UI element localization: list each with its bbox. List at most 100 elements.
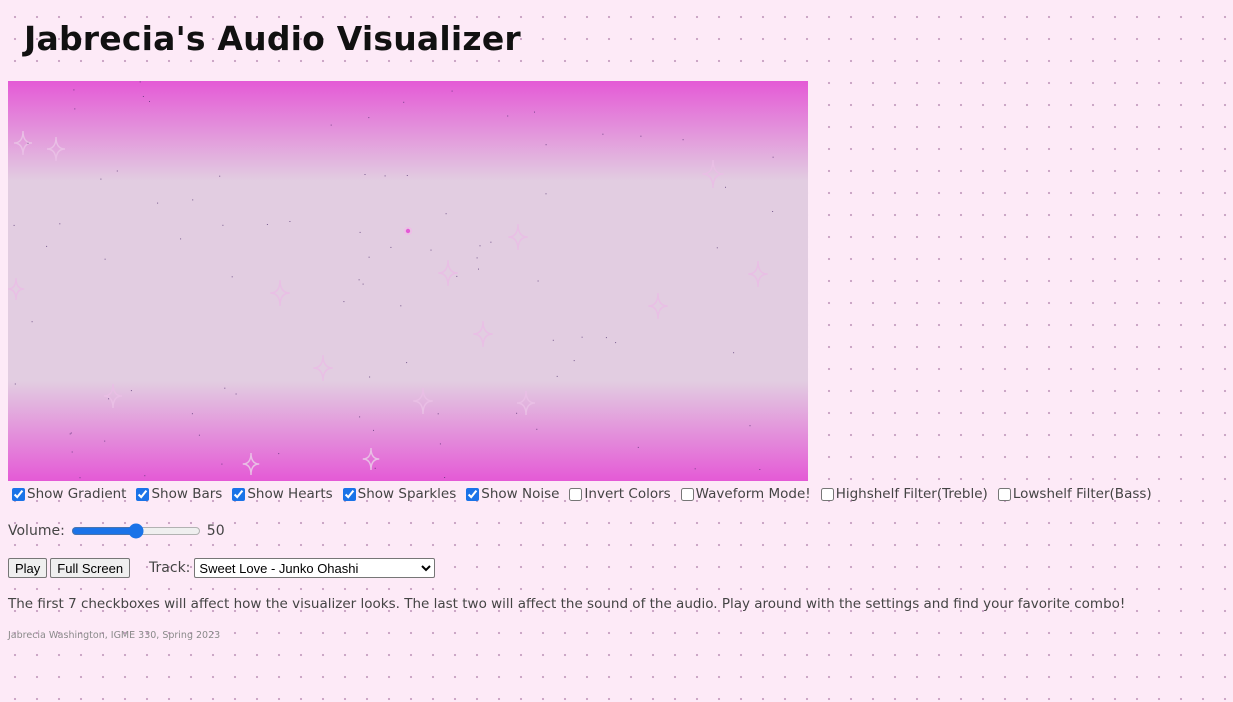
volume-value: 50 xyxy=(206,523,225,539)
checkbox-lowshelf-filter-bass[interactable]: Lowshelf Filter(Bass) xyxy=(994,486,1152,502)
track-select[interactable]: Sweet Love - Junko Ohashi xyxy=(194,558,436,578)
noise-dot xyxy=(476,257,478,259)
noise-dot xyxy=(373,429,374,431)
noise-dot xyxy=(180,238,182,240)
noise-dot xyxy=(130,390,132,392)
noise-dot xyxy=(384,175,386,177)
fullscreen-button[interactable]: Full Screen xyxy=(50,558,131,578)
checkbox-input-highshelf-filter-treble[interactable] xyxy=(820,487,834,501)
instructions-text: The first 7 checkboxes will affect how t… xyxy=(8,596,1126,612)
noise-dot xyxy=(221,463,223,465)
noise-dot xyxy=(231,276,233,278)
noise-dot xyxy=(516,412,518,414)
noise-dot xyxy=(390,246,392,248)
play-button[interactable]: Play xyxy=(8,558,48,578)
noise-dot xyxy=(545,193,547,195)
checkbox-input-waveform-mode[interactable] xyxy=(680,487,694,501)
noise-dot xyxy=(198,434,200,436)
noise-dot xyxy=(278,453,280,455)
noise-dot xyxy=(406,175,408,176)
noise-dot xyxy=(640,135,642,137)
checkbox-input-show-hearts[interactable] xyxy=(232,487,246,501)
noise-dot xyxy=(192,199,194,201)
checkbox-label: Lowshelf Filter(Bass) xyxy=(1012,486,1152,502)
controls-panel: Show Gradient Show Bars Show Hearts Show Sp… xyxy=(8,484,1228,641)
noise-dot xyxy=(222,224,224,226)
noise-dot xyxy=(139,81,141,83)
noise-dot xyxy=(772,211,774,212)
noise-dot xyxy=(545,144,547,146)
checkbox-label: Highshelf Filter(Treble) xyxy=(835,486,988,502)
noise-dot xyxy=(359,231,361,233)
noise-dot xyxy=(46,245,48,247)
checkbox-input-invert-colors[interactable] xyxy=(569,487,583,501)
noise-dot xyxy=(605,337,607,339)
noise-dot xyxy=(694,468,696,470)
checkbox-label: Show Bars xyxy=(151,486,223,502)
noise-dot xyxy=(369,376,371,378)
visualizer-canvas[interactable] xyxy=(8,81,808,481)
noise-dot xyxy=(71,451,73,453)
noise-dot xyxy=(144,475,146,477)
noise-dot xyxy=(552,339,554,341)
noise-dot xyxy=(716,247,718,249)
checkbox-show-noise[interactable]: Show Noise xyxy=(462,486,559,502)
checkbox-label: Show Sparkles xyxy=(357,486,457,502)
checkbox-input-lowshelf-filter-bass[interactable] xyxy=(997,487,1011,501)
noise-dot xyxy=(478,268,479,270)
noise-dot xyxy=(507,115,509,117)
noise-dot xyxy=(368,117,370,119)
noise-dot xyxy=(368,256,370,258)
noise-dot xyxy=(74,108,76,110)
volume-row: Volume: 50 xyxy=(8,520,225,542)
checkbox-input-show-bars[interactable] xyxy=(136,487,150,501)
noise-dot xyxy=(536,428,538,430)
checkbox-input-show-sparkles[interactable] xyxy=(342,487,356,501)
credit-text: Jabrecia Washington, IGME 330, Spring 20… xyxy=(8,630,221,641)
noise-dot xyxy=(219,175,221,177)
noise-dot xyxy=(403,101,405,103)
checkbox-input-show-noise[interactable] xyxy=(466,487,480,501)
noise-dot xyxy=(59,223,61,225)
noise-dot xyxy=(116,170,118,172)
noise-dot xyxy=(490,241,492,243)
noise-dot xyxy=(759,469,761,470)
noise-dot xyxy=(439,443,441,445)
noise-dot xyxy=(637,446,639,448)
checkbox-invert-colors[interactable]: Invert Colors xyxy=(565,486,671,502)
checkbox-waveform-mode[interactable]: Waveform Mode! xyxy=(677,486,811,502)
noise-dot xyxy=(149,101,150,102)
checkbox-show-gradient[interactable]: Show Gradient xyxy=(8,486,126,502)
noise-dot xyxy=(733,352,735,354)
noise-dot xyxy=(73,89,75,91)
noise-dot xyxy=(581,336,583,338)
noise-dot xyxy=(615,342,617,344)
noise-dot xyxy=(430,249,432,251)
checkbox-show-bars[interactable]: Show Bars xyxy=(132,486,222,502)
noise-dot xyxy=(445,213,447,215)
noise-dot xyxy=(358,279,360,281)
noise-dot xyxy=(289,221,291,222)
noise-dot xyxy=(14,383,16,385)
visualizer-canvas-container xyxy=(8,81,808,481)
noise-dot xyxy=(537,280,539,282)
checkbox-show-hearts[interactable]: Show Hearts xyxy=(228,486,333,502)
noise-dot xyxy=(451,90,453,92)
checkbox-label: Show Noise xyxy=(481,486,560,502)
noise-dot xyxy=(13,224,15,226)
noise-dot xyxy=(224,387,226,389)
checkbox-input-show-gradient[interactable] xyxy=(12,487,25,501)
center-heart-dot xyxy=(405,228,411,234)
checkbox-highshelf-filter-treble[interactable]: Highshelf Filter(Treble) xyxy=(817,486,988,502)
noise-dot xyxy=(400,305,402,307)
noise-dot xyxy=(235,393,237,395)
checkbox-row: Show Gradient Show Bars Show Hearts Show Sp… xyxy=(8,484,1228,504)
page-title: Jabrecia's Audio Visualizer xyxy=(24,19,521,58)
noise-dot xyxy=(31,321,33,323)
checkbox-show-sparkles[interactable]: Show Sparkles xyxy=(339,486,457,502)
volume-slider[interactable] xyxy=(70,523,201,539)
noise-dot xyxy=(602,133,604,135)
noise-dot xyxy=(364,174,366,175)
noise-dot xyxy=(534,111,535,113)
noise-dot xyxy=(108,398,110,400)
